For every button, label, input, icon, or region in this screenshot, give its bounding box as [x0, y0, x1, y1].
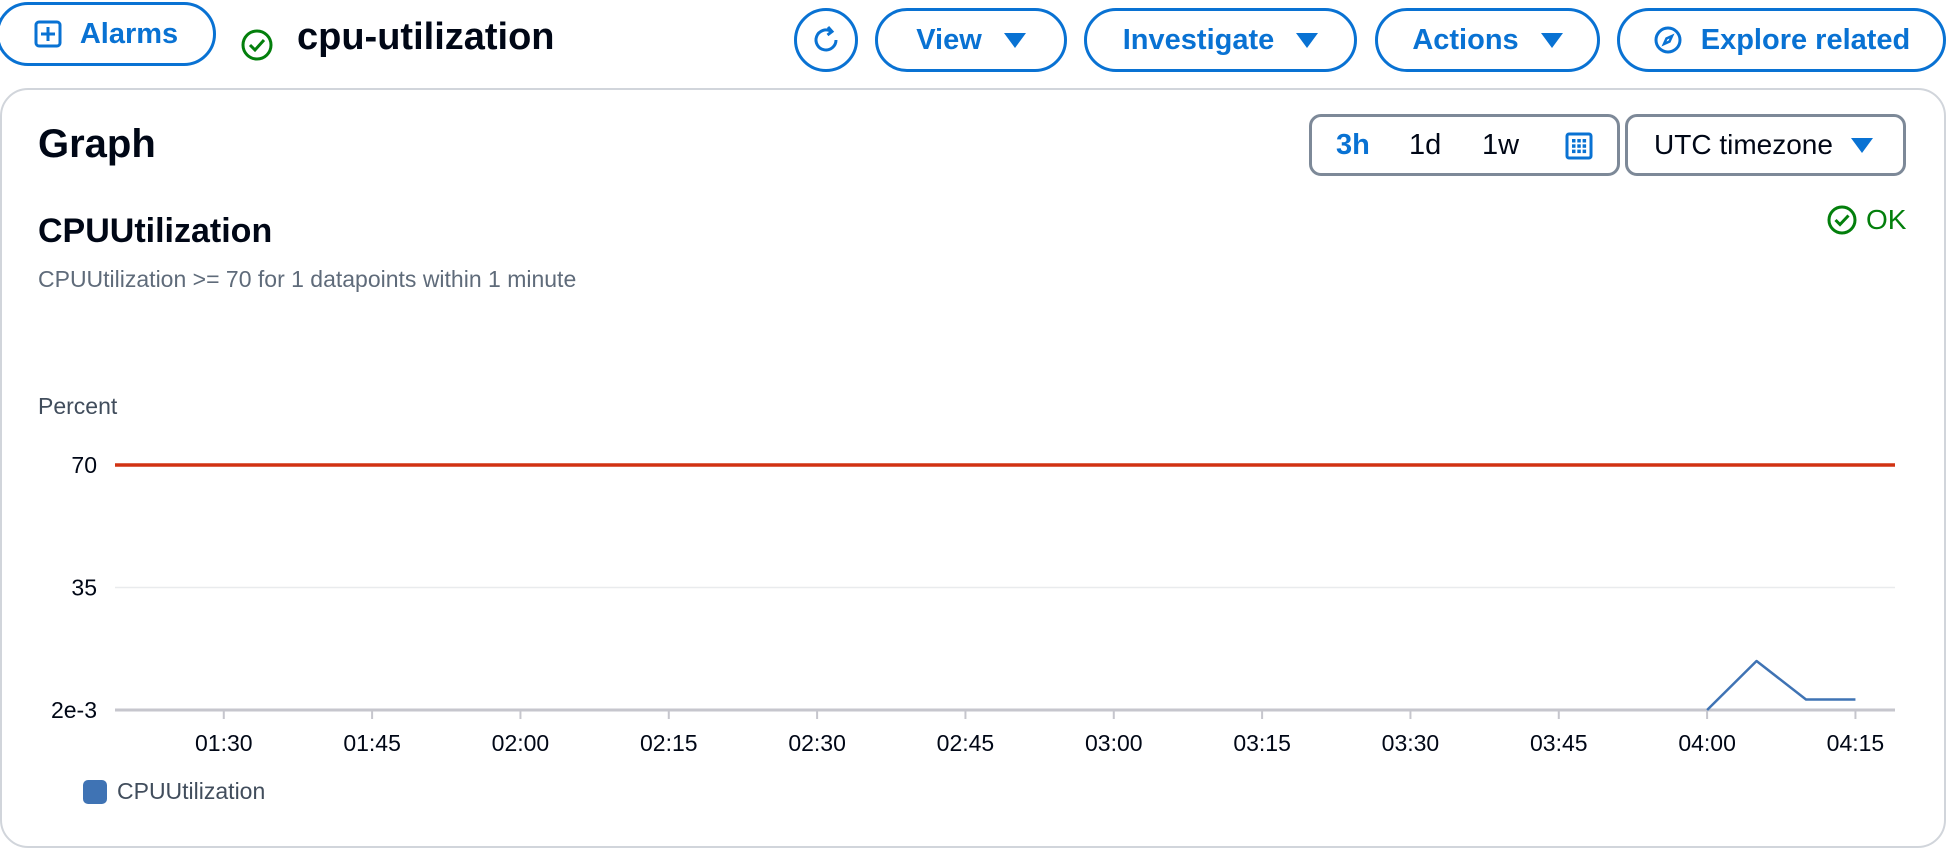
y-tick-label: 70 [71, 452, 97, 478]
chart-legend: CPUUtilization [83, 778, 265, 805]
y-tick-label: 35 [71, 575, 97, 601]
investigate-dropdown-button[interactable]: Investigate [1084, 8, 1357, 72]
refresh-icon [814, 26, 838, 52]
legend-label: CPUUtilization [117, 778, 266, 804]
alarm-state: OK [1826, 204, 1906, 236]
x-axis-ticks: 01:30 01:45 02:00 02:15 02:30 02:45 03:00 03:15… [195, 710, 1884, 756]
alarm-state-label: OK [1866, 204, 1907, 235]
actions-label: Actions [1412, 23, 1519, 56]
graph-heading: Graph [38, 122, 156, 166]
explore-related-label: Explore related [1700, 23, 1911, 56]
x-tick-label: 01:30 [195, 730, 253, 756]
x-tick-label: 03:15 [1233, 730, 1291, 756]
series-line-cpuutilization [1706, 659, 1856, 711]
view-dropdown-button[interactable]: View [875, 8, 1067, 72]
y-tick-label: 2e-3 [51, 697, 97, 723]
y-axis-label: Percent [38, 393, 118, 419]
status-ok-icon [241, 29, 273, 61]
caret-down-icon [1003, 32, 1026, 48]
refresh-button[interactable] [794, 8, 858, 72]
compass-icon [1654, 26, 1682, 54]
alarms-label: Alarms [79, 17, 179, 50]
x-tick-label: 02:45 [937, 730, 995, 756]
caret-down-icon [1296, 32, 1319, 48]
add-square-icon [34, 20, 62, 48]
alarm-title: cpu-utilization [297, 16, 555, 58]
range-3h-button[interactable]: 3h [1336, 129, 1370, 162]
x-tick-label: 02:00 [492, 730, 550, 756]
actions-dropdown-button[interactable]: Actions [1375, 8, 1600, 72]
chart-title: CPUUtilization [38, 212, 273, 250]
x-tick-label: 02:30 [788, 730, 846, 756]
explore-related-button[interactable]: Explore related [1617, 8, 1946, 72]
status-ok-icon [1827, 205, 1857, 235]
x-tick-label: 03:00 [1085, 730, 1143, 756]
timezone-label: UTC timezone [1654, 129, 1833, 160]
calendar-icon[interactable] [1565, 132, 1593, 160]
x-tick-label: 01:45 [343, 730, 401, 756]
x-tick-label: 04:00 [1678, 730, 1736, 756]
timezone-dropdown[interactable]: UTC timezone [1625, 114, 1906, 176]
x-tick-label: 03:30 [1382, 730, 1440, 756]
view-label: View [916, 23, 982, 56]
x-tick-label: 02:15 [640, 730, 698, 756]
caret-down-icon [1851, 137, 1873, 153]
range-1d-button[interactable]: 1d [1409, 129, 1441, 162]
investigate-label: Investigate [1122, 23, 1275, 56]
chart-description: CPUUtilization >= 70 for 1 datapoints wi… [38, 266, 577, 292]
cpu-utilization-chart: Percent 2e-3 35 70 01:30 01:45 02:00 02:15 02:… [38, 393, 1895, 756]
range-1w-button[interactable]: 1w [1482, 129, 1519, 162]
caret-down-icon [1540, 32, 1563, 48]
y-axis-ticks: 2e-3 35 70 [51, 452, 97, 723]
x-tick-label: 03:45 [1530, 730, 1588, 756]
series-layer [1706, 659, 1856, 711]
time-range-selector: 3h 1d 1w [1309, 114, 1620, 176]
alarms-breadcrumb-button[interactable]: Alarms [0, 2, 216, 66]
x-tick-label: 04:15 [1827, 730, 1885, 756]
legend-swatch [83, 779, 107, 804]
chart-grid [115, 464, 1895, 712]
